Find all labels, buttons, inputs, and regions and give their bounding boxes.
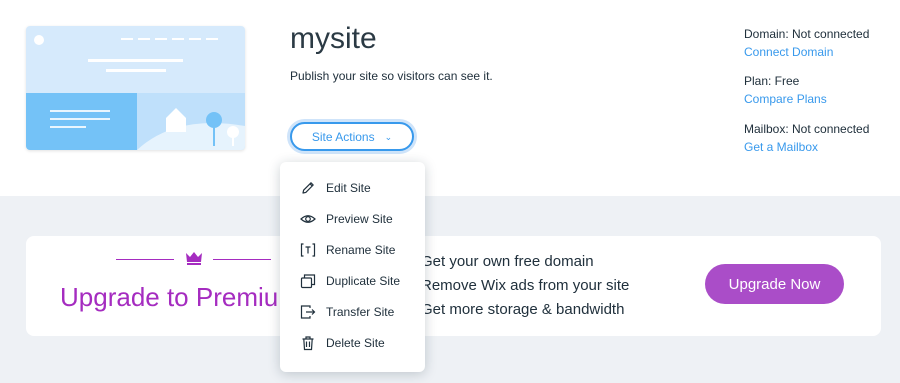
divider-right [213,259,271,260]
menu-item-label: Edit Site [326,180,371,195]
site-thumbnail[interactable] [26,26,245,150]
menu-item-label: Transfer Site [326,304,395,319]
menu-item-label: Preview Site [326,211,393,226]
site-name: mysite [290,22,377,55]
site-thumbnail-image [26,26,245,150]
connect-domain-link[interactable]: Connect Domain [744,45,869,59]
plan-info: Plan: Free Compare Plans [744,74,827,106]
menu-item-rename-site[interactable]: Rename Site [280,234,425,265]
upgrade-title: Upgrade to Premium [60,282,300,312]
domain-status: Domain: Not connected [744,27,870,41]
benefit-item: Get more storage & bandwidth [421,301,625,318]
trash-icon [300,335,316,351]
get-mailbox-link[interactable]: Get a Mailbox [744,140,869,154]
mailbox-status: Mailbox: Not connected [744,122,870,136]
domain-info: Domain: Not connected Connect Domain [744,27,869,59]
upgrade-now-button[interactable]: Upgrade Now [705,264,844,304]
site-actions-button[interactable]: Site Actions ⌄ [290,122,414,151]
site-subtitle: Publish your site so visitors can see it… [290,69,493,83]
menu-item-preview-site[interactable]: Preview Site [280,203,425,234]
site-actions-label: Site Actions [311,129,375,144]
mailbox-info: Mailbox: Not connected Get a Mailbox [744,122,869,154]
chevron-down-icon: ⌄ [384,131,393,142]
divider-left [116,259,174,260]
upgrade-banner: Upgrade to Premium Get your own free dom… [26,236,881,336]
menu-item-delete-site[interactable]: Delete Site [280,327,425,358]
transfer-icon [300,304,316,320]
menu-item-duplicate-site[interactable]: Duplicate Site [280,265,425,296]
site-actions-menu: Edit Site Preview Site Rename Site Dupli… [280,162,425,372]
menu-item-label: Delete Site [326,335,385,350]
menu-item-edit-site[interactable]: Edit Site [280,172,425,203]
menu-item-transfer-site[interactable]: Transfer Site [280,296,425,327]
benefit-item: Get your own free domain [421,253,594,270]
site-header-panel: mysite Publish your site so visitors can… [0,0,900,196]
benefits-list: Get your own free domain Remove Wix ads … [421,250,629,322]
eye-icon [300,211,316,227]
crown-icon [186,252,202,265]
menu-item-label: Duplicate Site [326,273,401,288]
pencil-icon [300,180,316,196]
plan-status: Plan: Free [744,74,800,88]
menu-item-label: Rename Site [326,242,396,257]
compare-plans-link[interactable]: Compare Plans [744,92,827,106]
text-rename-icon [300,242,316,258]
duplicate-icon [300,273,316,289]
benefit-item: Remove Wix ads from your site [421,277,630,294]
